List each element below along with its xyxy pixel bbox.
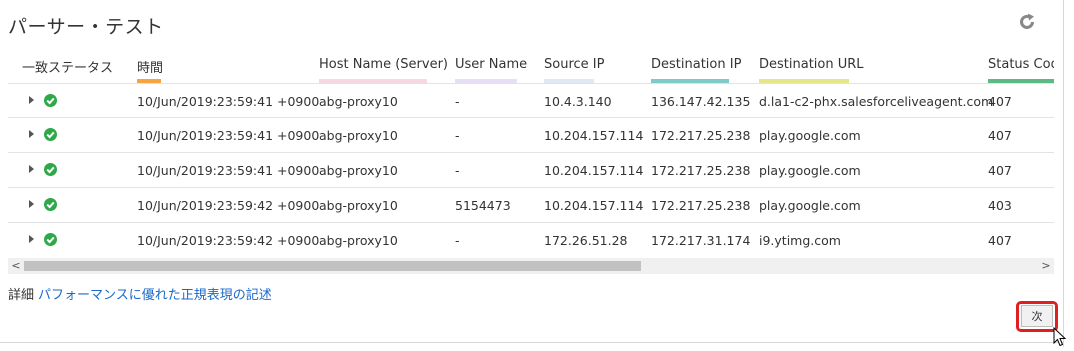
next-button[interactable]: 次 [1021,305,1053,327]
expand-row-icon[interactable] [29,200,34,208]
page-title: パーサー・テスト [8,16,164,38]
cell-host-name: abg-proxy10 [319,233,398,248]
table-row[interactable]: 10/Jun/2019:23:59:42 +0900 abg-proxy10 -… [8,222,1054,256]
column-header-match-status[interactable]: 一致ステータス [22,57,113,76]
match-success-icon [44,94,57,107]
cell-destination-ip: 172.217.31.174 [651,233,751,248]
table-row[interactable]: 10/Jun/2019:23:59:41 +0900 abg-proxy10 -… [8,152,1054,187]
scroll-right-arrow[interactable]: > [1038,258,1054,274]
cell-destination-ip: 136.147.42.135 [651,94,751,109]
cell-time: 10/Jun/2019:23:59:42 +0900 [137,198,320,213]
cell-host-name: abg-proxy10 [319,163,398,178]
match-success-icon [44,233,57,246]
cell-user-name: - [455,163,460,178]
parser-results-table: 一致ステータス 時間 Host Name (Server) User Name … [8,48,1054,256]
cell-host-name: abg-proxy10 [319,94,398,109]
cell-destination-ip: 172.217.25.238 [651,128,751,143]
cell-user-name: - [455,94,460,109]
cell-time: 10/Jun/2019:23:59:41 +0900 [137,94,320,109]
panel-bottom-border [0,342,1064,343]
cell-status-code: 407 [988,163,1012,178]
panel-right-border [1063,0,1064,347]
refresh-icon[interactable] [1017,12,1037,32]
expand-row-icon[interactable] [29,235,34,243]
cell-user-name: - [455,233,460,248]
cell-host-name: abg-proxy10 [319,198,398,213]
column-header-destination-ip[interactable]: Destination IP [651,57,741,72]
cell-destination-url: play.google.com [759,128,861,143]
cell-user-name: - [455,128,460,143]
cell-status-code: 407 [988,94,1012,109]
cell-destination-url: play.google.com [759,198,861,213]
scroll-left-arrow[interactable]: < [8,258,24,274]
cell-time: 10/Jun/2019:23:59:41 +0900 [137,163,320,178]
detail-label: 詳細 [8,288,35,303]
cell-status-code: 403 [988,198,1012,213]
cell-destination-url: i9.ytimg.com [759,233,841,248]
cell-status-code: 407 [988,233,1012,248]
cell-host-name: abg-proxy10 [319,128,398,143]
cell-destination-ip: 172.217.25.238 [651,163,751,178]
match-success-icon [44,128,57,141]
cell-status-code: 407 [988,128,1012,143]
mouse-cursor-icon [1053,326,1067,347]
cell-destination-url: d.la1-c2-phx.salesforceliveagent.com [759,94,994,109]
cell-source-ip: 10.204.157.114 [544,198,644,213]
cell-destination-ip: 172.217.25.238 [651,198,751,213]
cell-source-ip: 10.4.3.140 [544,94,612,109]
cell-time: 10/Jun/2019:23:59:42 +0900 [137,233,320,248]
scrollbar-thumb[interactable] [24,261,641,271]
horizontal-scrollbar[interactable]: < > [8,258,1054,274]
cell-source-ip: 10.204.157.114 [544,163,644,178]
table-row[interactable]: 10/Jun/2019:23:59:42 +0900 abg-proxy10 5… [8,187,1054,222]
expand-row-icon[interactable] [29,165,34,173]
cell-source-ip: 10.204.157.114 [544,128,644,143]
regex-performance-link[interactable]: パフォーマンスに優れた正規表現の記述 [38,288,272,303]
expand-row-icon[interactable] [29,130,34,138]
cell-source-ip: 172.26.51.28 [544,233,628,248]
column-header-source-ip[interactable]: Source IP [544,57,604,72]
column-header-user-name[interactable]: User Name [455,57,527,72]
column-header-time[interactable]: 時間 [137,57,163,76]
column-header-destination-url[interactable]: Destination URL [759,57,864,72]
column-header-status-code[interactable]: Status Code [988,57,1054,72]
table-row[interactable]: 10/Jun/2019:23:59:41 +0900 abg-proxy10 -… [8,83,1054,118]
table-header: 一致ステータス 時間 Host Name (Server) User Name … [8,48,1054,83]
detail-section: 詳細 パフォーマンスに優れた正規表現の記述 [8,284,272,303]
column-header-host-name[interactable]: Host Name (Server) [319,57,448,72]
expand-row-icon[interactable] [29,96,34,104]
cell-user-name: 5154473 [455,198,511,213]
table-row[interactable]: 10/Jun/2019:23:59:41 +0900 abg-proxy10 -… [8,117,1054,152]
match-success-icon [44,163,57,176]
match-success-icon [44,198,57,211]
cell-destination-url: play.google.com [759,163,861,178]
cell-time: 10/Jun/2019:23:59:41 +0900 [137,128,320,143]
